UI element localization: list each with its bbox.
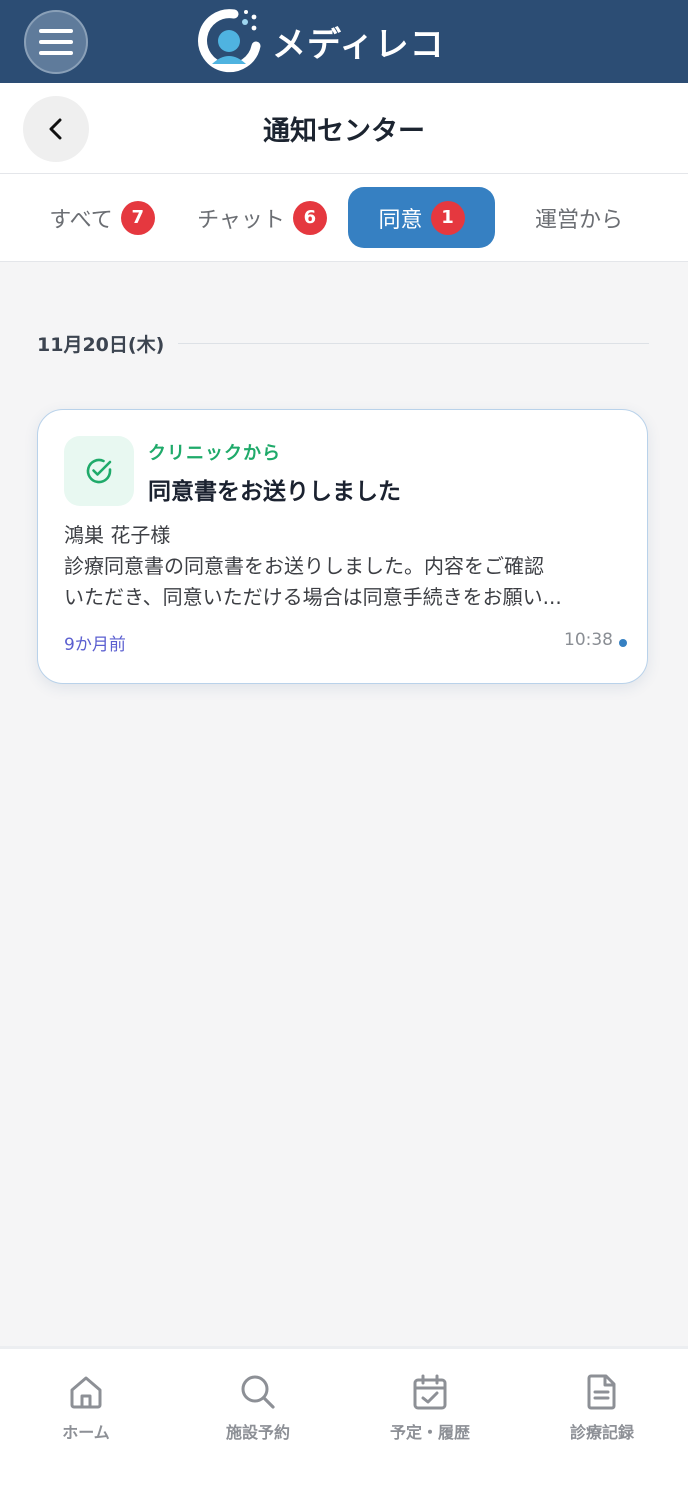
divider-line (178, 342, 649, 344)
tab-consent[interactable]: 同意 1 (348, 187, 495, 248)
check-circle-icon (86, 458, 112, 484)
tab-label: 同意 (378, 207, 423, 233)
search-icon (241, 1375, 275, 1409)
nav-label: 施設予約 (225, 1423, 290, 1442)
body-line-recipient: 鴻巣 花子様 (64, 523, 171, 547)
nav-facility-booking[interactable]: 施設予約 (172, 1373, 344, 1453)
page-header: 通知センター (0, 83, 688, 174)
nav-label: ホーム (62, 1423, 110, 1442)
home-icon (70, 1376, 102, 1409)
logo-mark-icon (198, 9, 261, 73)
tab-label: すべて (49, 207, 113, 233)
date-divider: 11月20日(木) (37, 328, 649, 358)
tab-chat[interactable]: チャット 6 (186, 187, 338, 248)
nav-label: 診療記録 (569, 1423, 634, 1442)
page-title: 通知センター (263, 116, 425, 147)
nav-home[interactable]: ホーム (0, 1373, 172, 1453)
brand-logo: メディレコ (196, 8, 445, 74)
bottom-nav: ホーム 施設予約 予定・履歴 診療記録 (0, 1346, 688, 1488)
app-bar: メディレコ (0, 0, 688, 83)
tab-bar: すべて 7 チャット 6 同意 1 運営から (0, 174, 688, 262)
count-badge: 6 (292, 200, 327, 235)
date-label: 11月20日(木) (37, 333, 165, 356)
count-badge: 7 (120, 200, 155, 235)
tab-from-operator[interactable]: 運営から (515, 187, 643, 248)
notification-card[interactable]: クリニックから 同意書をお送りしました 鴻巣 花子様 診療同意書の同意書をお送り… (37, 409, 648, 684)
nav-label: 予定・履歴 (389, 1423, 470, 1442)
notification-source: クリニックから (148, 443, 281, 464)
nav-schedule-history[interactable]: 予定・履歴 (344, 1373, 516, 1453)
menu-button[interactable] (24, 10, 88, 74)
calendar-check-icon (413, 1374, 447, 1410)
relative-time: 9か月前 (64, 635, 126, 655)
tab-label: チャット (197, 207, 285, 233)
brand-name: メディレコ (272, 24, 445, 65)
tab-label: 運営から (534, 207, 623, 233)
notification-title: 同意書をお送りしました (148, 479, 401, 505)
unread-dot (619, 639, 627, 647)
notification-time: 10:38 (564, 630, 613, 650)
tab-all[interactable]: すべて 7 (38, 187, 166, 248)
hamburger-icon (39, 29, 73, 55)
count-badge: 1 (430, 200, 465, 235)
notification-icon-tile (64, 436, 134, 506)
body-line: 診療同意書の同意書をお送りしました。内容をご確認 (64, 554, 544, 578)
notification-body: 鴻巣 花子様 診療同意書の同意書をお送りしました。内容をご確認 いただき、同意い… (64, 520, 624, 613)
body-line: いただき、同意いただける場合は同意手続きをお願い... (64, 585, 562, 609)
nav-medical-records[interactable]: 診療記録 (516, 1373, 688, 1453)
document-icon (587, 1374, 616, 1410)
